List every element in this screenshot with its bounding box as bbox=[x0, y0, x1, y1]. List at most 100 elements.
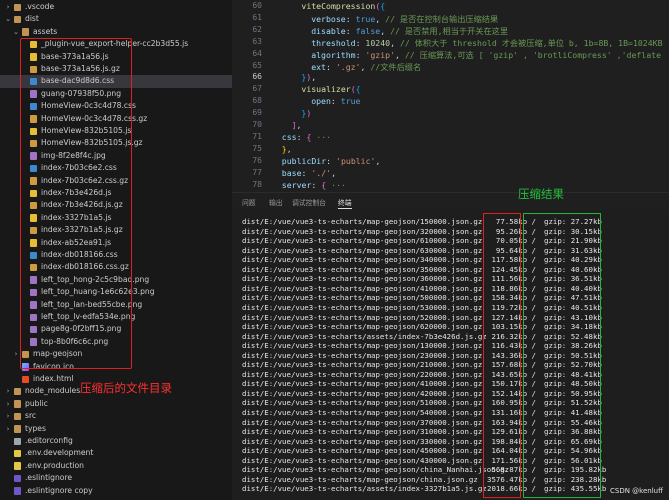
line-number: 68 bbox=[252, 96, 262, 106]
explorer-item-label: .env.production bbox=[25, 460, 84, 470]
terminal-file-path: dist/E:/vue/vue3-ts-echarts/map-geojson/… bbox=[242, 283, 483, 293]
watermark: CSDN @kenluff bbox=[610, 487, 663, 495]
explorer-item-label: dist bbox=[25, 14, 39, 24]
panel-tab[interactable]: 调试控制台 bbox=[292, 197, 326, 207]
line-number: 78 bbox=[252, 179, 262, 189]
chevron-down-icon[interactable]: ⌄ bbox=[12, 26, 20, 38]
explorer-folder[interactable]: ⌄ assets bbox=[0, 26, 232, 38]
line-number: 66 bbox=[252, 72, 262, 82]
explorer-item-label: index.html bbox=[33, 374, 74, 383]
chevron-right-icon[interactable]: › bbox=[4, 1, 12, 13]
chevron-down-icon[interactable]: ⌄ bbox=[4, 13, 12, 25]
annotation-compressed-dir: 压缩后的文件目录 bbox=[80, 381, 172, 395]
terminal-file-path: dist/E:/vue/vue3-ts-echarts/map-geojson/… bbox=[242, 293, 483, 303]
eslint-file-icon bbox=[14, 474, 21, 483]
terminal-file-path: dist/E:/vue/vue3-ts-echarts/map-geojson/… bbox=[242, 474, 478, 484]
highlight-box-gzip-size bbox=[523, 213, 601, 498]
terminal-file-path: dist/E:/vue/vue3-ts-echarts/map-geojson/… bbox=[242, 360, 483, 370]
panel-tab[interactable]: 问题 bbox=[242, 197, 256, 207]
code-line[interactable]: }) bbox=[301, 108, 311, 118]
explorer-item-label: .eslintignore bbox=[25, 473, 73, 483]
line-number: 69 bbox=[252, 108, 262, 118]
terminal-file-path: dist/E:/vue/vue3-ts-echarts/map-geojson/… bbox=[242, 388, 483, 398]
env-file-icon bbox=[14, 449, 21, 458]
chevron-right-icon[interactable]: › bbox=[4, 385, 12, 397]
terminal-file-path: dist/E:/vue/vue3-ts-echarts/map-geojson/… bbox=[242, 322, 483, 332]
terminal-file-path: dist/E:/vue/vue3-ts-echarts/map-geojson/… bbox=[242, 226, 483, 236]
terminal-file-path: dist/E:/vue/vue3-ts-echarts/map-geojson/… bbox=[242, 446, 483, 456]
explorer-item-label: .eslintignore copy bbox=[25, 485, 93, 495]
terminal-file-path: dist/E:/vue/vue3-ts-echarts/map-geojson/… bbox=[242, 436, 483, 446]
folder-file-icon bbox=[22, 28, 29, 36]
panel-tab[interactable]: 终端 bbox=[338, 197, 352, 209]
terminal-file-path: dist/E:/vue/vue3-ts-echarts/map-geojson/… bbox=[242, 369, 483, 379]
code-line[interactable]: }, bbox=[282, 144, 292, 154]
terminal-file-path: dist/E:/vue/vue3-ts-echarts/map-geojson/… bbox=[242, 427, 483, 437]
explorer-item-label: types bbox=[25, 423, 46, 433]
code-line[interactable]: visualizer({ bbox=[301, 84, 360, 94]
terminal-file-path: dist/E:/vue/vue3-ts-echarts/map-geojson/… bbox=[242, 236, 483, 246]
explorer-folder[interactable]: › public bbox=[0, 398, 232, 410]
explorer-folder[interactable]: › src bbox=[0, 410, 232, 422]
highlight-box-files bbox=[20, 38, 132, 369]
folder-file-icon bbox=[14, 387, 21, 396]
explorer-folder[interactable]: › types bbox=[0, 423, 232, 435]
line-number: 63 bbox=[252, 36, 262, 46]
line-number: 70 bbox=[252, 120, 262, 129]
line-number: 77 bbox=[252, 167, 262, 177]
explorer-folder[interactable]: › .vscode bbox=[0, 1, 232, 13]
code-line[interactable]: server: { ··· bbox=[282, 180, 346, 190]
code-line[interactable]: viteCompression({ bbox=[301, 1, 385, 11]
explorer-item-label: .vscode bbox=[25, 2, 55, 11]
code-line[interactable]: css: { ··· bbox=[282, 132, 331, 142]
code-editor[interactable]: 60 viteCompression({ 61 verbose: true, // 是… bbox=[232, 0, 669, 192]
terminal-file-path: dist/E:/vue/vue3-ts-echarts/map-geojson/… bbox=[242, 302, 483, 312]
terminal-file-path: dist/E:/vue/vue3-ts-echarts/map-geojson/… bbox=[242, 379, 483, 389]
terminal-file-path: dist/E:/vue/vue3-ts-echarts/map-geojson/… bbox=[242, 417, 483, 427]
highlight-box-original-size bbox=[483, 213, 521, 498]
code-line[interactable]: open: true bbox=[311, 96, 360, 106]
code-line[interactable]: ext: '.gz', //文件后缀名 bbox=[311, 61, 421, 73]
line-number: 64 bbox=[252, 48, 262, 58]
explorer-file[interactable]: .env.development bbox=[0, 447, 232, 459]
chevron-right-icon[interactable]: › bbox=[4, 410, 12, 422]
terminal-file-path: dist/E:/vue/vue3-ts-echarts/map-geojson/… bbox=[242, 350, 483, 360]
terminal[interactable]: dist/E:/vue/vue3-ts-echarts/map-geojson/… bbox=[232, 210, 669, 500]
panel-tab[interactable]: 输出 bbox=[269, 197, 283, 207]
code-line[interactable]: verbose: true, // 是否在控制台输出压缩结果 bbox=[311, 13, 498, 25]
terminal-file-path: dist/E:/vue/vue3-ts-echarts/map-geojson/… bbox=[242, 217, 483, 226]
chevron-right-icon[interactable]: › bbox=[4, 398, 12, 410]
terminal-file-path: dist/E:/vue/vue3-ts-echarts/map-geojson/… bbox=[242, 398, 483, 408]
chevron-right-icon[interactable]: › bbox=[4, 423, 12, 435]
explorer-file[interactable]: .editorconfig bbox=[0, 435, 232, 447]
env-file-icon bbox=[14, 462, 21, 470]
terminal-file-path: dist/E:/vue/vue3-ts-echarts/assets/index… bbox=[242, 331, 487, 341]
terminal-file-path: dist/E:/vue/vue3-ts-echarts/assets/index… bbox=[242, 484, 487, 494]
line-number: 71 bbox=[252, 131, 262, 141]
code-line[interactable]: publicDir: 'public', bbox=[282, 156, 381, 166]
cfg-file-icon bbox=[14, 437, 21, 445]
terminal-file-path: dist/E:/vue/vue3-ts-echarts/map-geojson/… bbox=[242, 264, 483, 274]
terminal-file-path: dist/E:/vue/vue3-ts-echarts/map-geojson/… bbox=[242, 245, 483, 255]
folder-file-icon bbox=[14, 15, 21, 24]
chevron-right-icon[interactable]: › bbox=[12, 348, 20, 360]
code-line[interactable]: ], bbox=[292, 120, 302, 130]
folder-file-icon bbox=[14, 412, 21, 421]
explorer-file[interactable]: .eslintignore bbox=[0, 472, 232, 484]
line-number: 61 bbox=[252, 12, 262, 22]
line-number: 65 bbox=[252, 60, 262, 70]
code-line[interactable]: disable: false, // 是否禁用,相当于开关在这里 bbox=[311, 25, 508, 37]
line-number: 60 bbox=[252, 1, 262, 10]
explorer-file[interactable]: .env.production bbox=[0, 460, 232, 472]
code-line[interactable]: algorithm: 'gzip', // 压缩算法,可选 [ 'gzip' ,… bbox=[311, 49, 661, 61]
explorer-file[interactable]: .eslintignore copy bbox=[0, 485, 232, 497]
code-line[interactable]: threshold: 10240, // 体积大于 threshold 才会被压… bbox=[311, 37, 662, 49]
terminal-file-path: dist/E:/vue/vue3-ts-echarts/map-geojson/… bbox=[242, 312, 483, 322]
line-number: 67 bbox=[252, 84, 262, 94]
terminal-file-path: dist/E:/vue/vue3-ts-echarts/map-geojson/… bbox=[242, 455, 483, 465]
annotation-compression-result: 压缩结果 bbox=[518, 187, 564, 201]
line-number: 75 bbox=[252, 143, 262, 153]
code-line[interactable]: base: './', bbox=[282, 168, 336, 178]
explorer-folder[interactable]: ⌄ dist bbox=[0, 13, 232, 25]
code-line[interactable]: }), bbox=[301, 72, 316, 82]
